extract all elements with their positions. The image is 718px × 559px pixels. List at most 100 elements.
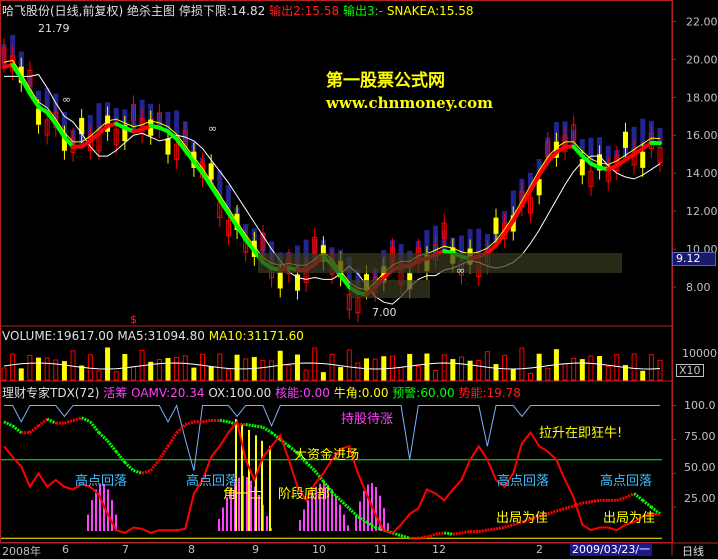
indicator-name: 绝杀主图 <box>127 4 175 18</box>
huochou-segment <box>133 471 142 474</box>
label-exit-2: 出局为佳 <box>603 507 655 526</box>
volume-bar <box>106 348 110 380</box>
volume-bar <box>339 368 343 380</box>
price-tick-label: 16.00 <box>686 129 718 142</box>
date-month-10: 10 <box>312 543 326 556</box>
infinity-mark-3: ∞ <box>456 264 465 277</box>
date-month-2: 2 <box>536 543 543 556</box>
volume-bar <box>201 354 205 380</box>
huochou-segment <box>116 452 125 463</box>
price-tick-label: 12.00 <box>686 205 718 218</box>
volume-bar <box>503 355 507 380</box>
volume-bar <box>287 365 291 380</box>
huochou-segment <box>142 471 151 474</box>
volume-bar <box>589 356 593 380</box>
huochou-segment <box>82 418 91 422</box>
volume-bar <box>80 366 84 380</box>
ind-axis-25: 25.00 <box>684 492 716 505</box>
candle-body <box>537 180 541 195</box>
label-exit-1: 出局为佳 <box>496 507 548 526</box>
volume-bar <box>563 364 567 380</box>
volume-unit: X10 <box>676 364 704 377</box>
volume-bar <box>270 361 274 380</box>
volume-bar <box>408 354 412 380</box>
ind-axis-50: 50.00 <box>684 461 716 474</box>
volume-bar <box>54 360 58 380</box>
huochou-segment <box>306 462 315 470</box>
volume-bar <box>157 359 161 380</box>
volume-bar <box>365 359 369 380</box>
indicator-header: 理财专家TDX(72) 活筹 OAMV:20.34 OX:100.00 核能:0… <box>2 384 521 401</box>
huochou-segment <box>168 433 177 447</box>
volume-bar <box>261 361 265 380</box>
volume-bar <box>347 350 351 380</box>
huochou-segment <box>349 508 358 516</box>
huochou-segment <box>634 494 643 501</box>
label-stage-bottom: 阶段底部 <box>278 483 330 502</box>
date-month-11: 11 <box>374 543 388 556</box>
huochou-segment <box>436 533 445 534</box>
huochou-segment <box>582 502 591 503</box>
volume-bar <box>494 365 498 380</box>
huochou-segment <box>246 425 255 426</box>
ox-value: OX:100.00 <box>208 386 271 400</box>
huochou-segment <box>185 422 194 425</box>
watermark-url: www.chnmoney.com <box>326 94 493 112</box>
label-gaodian-1: 高点回落 <box>75 470 127 489</box>
stock-name: 哈飞股份(日线,前复权) <box>2 4 123 18</box>
volume-bar <box>434 370 438 380</box>
huochou-segment <box>73 418 82 421</box>
huochou-segment <box>341 500 350 508</box>
volume-bar <box>529 373 533 380</box>
volume-bar <box>459 357 463 380</box>
volume-bar <box>235 355 239 380</box>
price-low-label: 7.00 <box>372 306 397 319</box>
date-month-9: 9 <box>252 543 259 556</box>
dollar-mark: $ <box>130 313 137 326</box>
volume-bar <box>304 370 308 380</box>
volume-bar <box>520 348 524 380</box>
huochou-segment <box>496 527 505 528</box>
volume-bar <box>606 367 610 380</box>
volume-bar <box>183 356 187 380</box>
volume-bar <box>37 358 41 380</box>
huochou-segment <box>461 532 470 533</box>
date-month-8: 8 <box>188 543 195 556</box>
infinity-mark-1: ∞ <box>62 93 71 106</box>
huochou-segment <box>99 433 108 441</box>
huochou-segment <box>444 533 453 534</box>
volume-ma5 <box>4 363 660 369</box>
stop-loss-value: 停损下限:14.82 <box>179 4 265 18</box>
volume-bar <box>425 354 429 380</box>
candle-body <box>209 164 213 179</box>
huochou-segment <box>556 508 565 511</box>
volume-bar <box>11 354 15 380</box>
volume-bar <box>442 355 446 380</box>
volume-bar <box>399 367 403 380</box>
volume-header: VOLUME:19617.00 MA5:31094.80 MA10:31171.… <box>2 329 304 343</box>
niujiao-value: 牛角:0.00 <box>334 386 389 400</box>
huochou-segment <box>64 420 73 423</box>
volume-bar <box>166 359 170 380</box>
price-tick-label: 22.00 <box>686 15 718 28</box>
candle-body <box>623 132 627 147</box>
huochou-segment <box>4 422 13 426</box>
price-high-label: 21.79 <box>38 22 70 35</box>
volume-bar <box>632 354 636 380</box>
huochou-segment <box>203 420 212 421</box>
huochou-segment <box>479 530 488 531</box>
indicator-title: 理财专家TDX(72) <box>2 386 99 400</box>
volume-bar <box>175 357 179 380</box>
huochou-segment <box>625 494 634 498</box>
huochou-segment <box>177 425 186 433</box>
snakea-value: SNAKEA:15.58 <box>387 4 474 18</box>
period-label[interactable]: 日线 <box>682 543 704 559</box>
date-axis: 2008年 6 7 8 9 10 11 12 2 2009/03/23/一 日线 <box>0 543 718 556</box>
candle-body <box>166 139 170 154</box>
price-tick-label: 14.00 <box>686 167 718 180</box>
volume-bar <box>598 357 602 380</box>
volume-bar <box>28 355 32 380</box>
date-cursor-box: 2009/03/23/一 <box>570 543 652 556</box>
huochou-segment <box>159 446 168 460</box>
label-niujiao: 角一士 <box>223 483 262 502</box>
